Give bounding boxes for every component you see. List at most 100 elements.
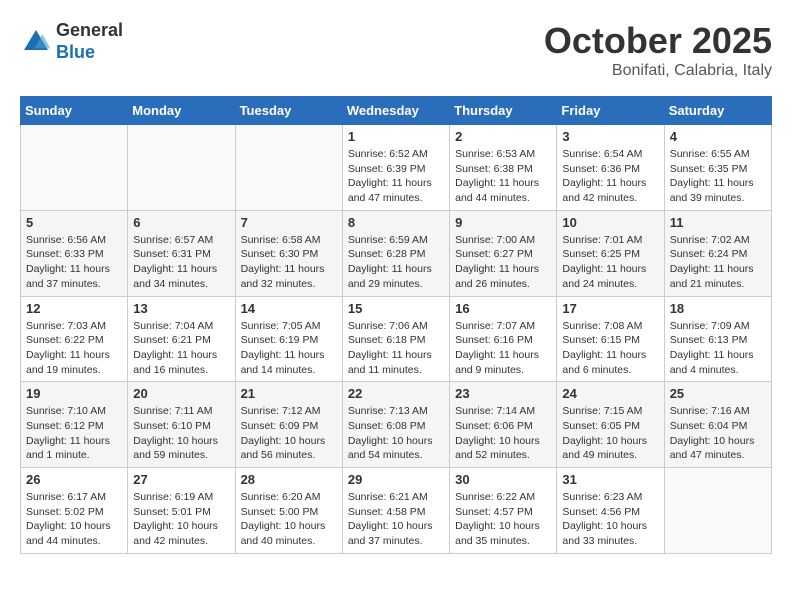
day-info: Sunrise: 7:11 AM Sunset: 6:10 PM Dayligh…: [133, 404, 229, 463]
day-number: 17: [562, 301, 658, 316]
day-info: Sunrise: 7:07 AM Sunset: 6:16 PM Dayligh…: [455, 319, 551, 378]
day-info: Sunrise: 7:15 AM Sunset: 6:05 PM Dayligh…: [562, 404, 658, 463]
day-info: Sunrise: 7:04 AM Sunset: 6:21 PM Dayligh…: [133, 319, 229, 378]
calendar-cell: 8 Sunrise: 6:59 AM Sunset: 6:28 PM Daylig…: [342, 210, 449, 296]
day-number: 19: [26, 386, 122, 401]
day-info: Sunrise: 6:58 AM Sunset: 6:30 PM Dayligh…: [241, 233, 337, 292]
calendar-header-row: SundayMondayTuesdayWednesdayThursdayFrid…: [21, 97, 772, 125]
day-info: Sunrise: 6:17 AM Sunset: 5:02 PM Dayligh…: [26, 490, 122, 549]
calendar-cell: 16 Sunrise: 7:07 AM Sunset: 6:16 PM Dayli…: [450, 296, 557, 382]
day-number: 31: [562, 472, 658, 487]
calendar-week-row: 19 Sunrise: 7:10 AM Sunset: 6:12 PM Dayli…: [21, 382, 772, 468]
day-number: 8: [348, 215, 444, 230]
day-number: 3: [562, 129, 658, 144]
calendar-cell: 12 Sunrise: 7:03 AM Sunset: 6:22 PM Dayli…: [21, 296, 128, 382]
day-number: 28: [241, 472, 337, 487]
day-number: 5: [26, 215, 122, 230]
calendar-cell: 21 Sunrise: 7:12 AM Sunset: 6:09 PM Dayli…: [235, 382, 342, 468]
day-info: Sunrise: 7:08 AM Sunset: 6:15 PM Dayligh…: [562, 319, 658, 378]
day-number: 14: [241, 301, 337, 316]
day-number: 27: [133, 472, 229, 487]
calendar-cell: 31Sunrise: 6:23 AM Sunset: 4:56 PM Dayli…: [557, 468, 664, 554]
calendar-cell: 25Sunrise: 7:16 AM Sunset: 6:04 PM Dayli…: [664, 382, 771, 468]
day-info: Sunrise: 7:05 AM Sunset: 6:19 PM Dayligh…: [241, 319, 337, 378]
day-number: 10: [562, 215, 658, 230]
calendar-cell: 20Sunrise: 7:11 AM Sunset: 6:10 PM Dayli…: [128, 382, 235, 468]
month-title: October 2025: [544, 20, 772, 62]
day-number: 22: [348, 386, 444, 401]
location: Bonifati, Calabria, Italy: [544, 62, 772, 80]
day-of-week-header: Sunday: [21, 97, 128, 125]
day-of-week-header: Wednesday: [342, 97, 449, 125]
calendar-cell: 11 Sunrise: 7:02 AM Sunset: 6:24 PM Dayli…: [664, 210, 771, 296]
calendar-cell: 5Sunrise: 6:56 AM Sunset: 6:33 PM Daylig…: [21, 210, 128, 296]
calendar-cell: 29 Sunrise: 6:21 AM Sunset: 4:58 PM Dayli…: [342, 468, 449, 554]
calendar-cell: [21, 125, 128, 211]
day-of-week-header: Saturday: [664, 97, 771, 125]
day-info: Sunrise: 6:52 AM Sunset: 6:39 PM Dayligh…: [348, 147, 444, 206]
day-info: Sunrise: 6:19 AM Sunset: 5:01 PM Dayligh…: [133, 490, 229, 549]
calendar-cell: [128, 125, 235, 211]
calendar-cell: 24Sunrise: 7:15 AM Sunset: 6:05 PM Dayli…: [557, 382, 664, 468]
calendar-cell: 17 Sunrise: 7:08 AM Sunset: 6:15 PM Dayli…: [557, 296, 664, 382]
calendar-cell: 18 Sunrise: 7:09 AM Sunset: 6:13 PM Dayli…: [664, 296, 771, 382]
day-info: Sunrise: 7:00 AM Sunset: 6:27 PM Dayligh…: [455, 233, 551, 292]
title-block: October 2025 Bonifati, Calabria, Italy: [544, 20, 772, 80]
day-number: 16: [455, 301, 551, 316]
day-info: Sunrise: 6:59 AM Sunset: 6:28 PM Dayligh…: [348, 233, 444, 292]
calendar-week-row: 1Sunrise: 6:52 AM Sunset: 6:39 PM Daylig…: [21, 125, 772, 211]
day-number: 25: [670, 386, 766, 401]
calendar-table: SundayMondayTuesdayWednesdayThursdayFrid…: [20, 96, 772, 554]
calendar-cell: 27 Sunrise: 6:19 AM Sunset: 5:01 PM Dayli…: [128, 468, 235, 554]
calendar-cell: 15 Sunrise: 7:06 AM Sunset: 6:18 PM Dayli…: [342, 296, 449, 382]
day-number: 23: [455, 386, 551, 401]
calendar-cell: 2 Sunrise: 6:53 AM Sunset: 6:38 PM Daylig…: [450, 125, 557, 211]
day-info: Sunrise: 7:03 AM Sunset: 6:22 PM Dayligh…: [26, 319, 122, 378]
logo: General Blue: [20, 20, 123, 63]
day-of-week-header: Thursday: [450, 97, 557, 125]
logo-text: General Blue: [56, 20, 123, 63]
calendar-cell: 3 Sunrise: 6:54 AM Sunset: 6:36 PM Daylig…: [557, 125, 664, 211]
day-number: 13: [133, 301, 229, 316]
calendar-cell: 14 Sunrise: 7:05 AM Sunset: 6:19 PM Dayli…: [235, 296, 342, 382]
calendar-cell: 28 Sunrise: 6:20 AM Sunset: 5:00 PM Dayli…: [235, 468, 342, 554]
day-of-week-header: Monday: [128, 97, 235, 125]
calendar-week-row: 12 Sunrise: 7:03 AM Sunset: 6:22 PM Dayli…: [21, 296, 772, 382]
day-of-week-header: Tuesday: [235, 97, 342, 125]
calendar-cell: 1Sunrise: 6:52 AM Sunset: 6:39 PM Daylig…: [342, 125, 449, 211]
day-info: Sunrise: 7:02 AM Sunset: 6:24 PM Dayligh…: [670, 233, 766, 292]
day-info: Sunrise: 7:10 AM Sunset: 6:12 PM Dayligh…: [26, 404, 122, 463]
calendar-cell: [664, 468, 771, 554]
day-number: 15: [348, 301, 444, 316]
day-number: 29: [348, 472, 444, 487]
calendar-cell: 26 Sunrise: 6:17 AM Sunset: 5:02 PM Dayli…: [21, 468, 128, 554]
day-info: Sunrise: 7:12 AM Sunset: 6:09 PM Dayligh…: [241, 404, 337, 463]
calendar-cell: 10 Sunrise: 7:01 AM Sunset: 6:25 PM Dayli…: [557, 210, 664, 296]
day-info: Sunrise: 6:22 AM Sunset: 4:57 PM Dayligh…: [455, 490, 551, 549]
calendar-cell: 7Sunrise: 6:58 AM Sunset: 6:30 PM Daylig…: [235, 210, 342, 296]
logo-icon: [20, 26, 52, 58]
day-info: Sunrise: 6:55 AM Sunset: 6:35 PM Dayligh…: [670, 147, 766, 206]
calendar-cell: 9Sunrise: 7:00 AM Sunset: 6:27 PM Daylig…: [450, 210, 557, 296]
day-info: Sunrise: 6:20 AM Sunset: 5:00 PM Dayligh…: [241, 490, 337, 549]
day-info: Sunrise: 6:53 AM Sunset: 6:38 PM Dayligh…: [455, 147, 551, 206]
day-number: 18: [670, 301, 766, 316]
calendar-cell: 22 Sunrise: 7:13 AM Sunset: 6:08 PM Dayli…: [342, 382, 449, 468]
day-info: Sunrise: 7:13 AM Sunset: 6:08 PM Dayligh…: [348, 404, 444, 463]
day-number: 4: [670, 129, 766, 144]
day-info: Sunrise: 7:01 AM Sunset: 6:25 PM Dayligh…: [562, 233, 658, 292]
day-number: 26: [26, 472, 122, 487]
day-info: Sunrise: 7:06 AM Sunset: 6:18 PM Dayligh…: [348, 319, 444, 378]
day-info: Sunrise: 7:09 AM Sunset: 6:13 PM Dayligh…: [670, 319, 766, 378]
day-number: 6: [133, 215, 229, 230]
day-info: Sunrise: 6:21 AM Sunset: 4:58 PM Dayligh…: [348, 490, 444, 549]
day-number: 12: [26, 301, 122, 316]
day-number: 21: [241, 386, 337, 401]
day-number: 2: [455, 129, 551, 144]
day-of-week-header: Friday: [557, 97, 664, 125]
calendar-cell: 23 Sunrise: 7:14 AM Sunset: 6:06 PM Dayli…: [450, 382, 557, 468]
day-info: Sunrise: 7:14 AM Sunset: 6:06 PM Dayligh…: [455, 404, 551, 463]
calendar-cell: 13 Sunrise: 7:04 AM Sunset: 6:21 PM Dayli…: [128, 296, 235, 382]
day-number: 11: [670, 215, 766, 230]
day-info: Sunrise: 6:54 AM Sunset: 6:36 PM Dayligh…: [562, 147, 658, 206]
